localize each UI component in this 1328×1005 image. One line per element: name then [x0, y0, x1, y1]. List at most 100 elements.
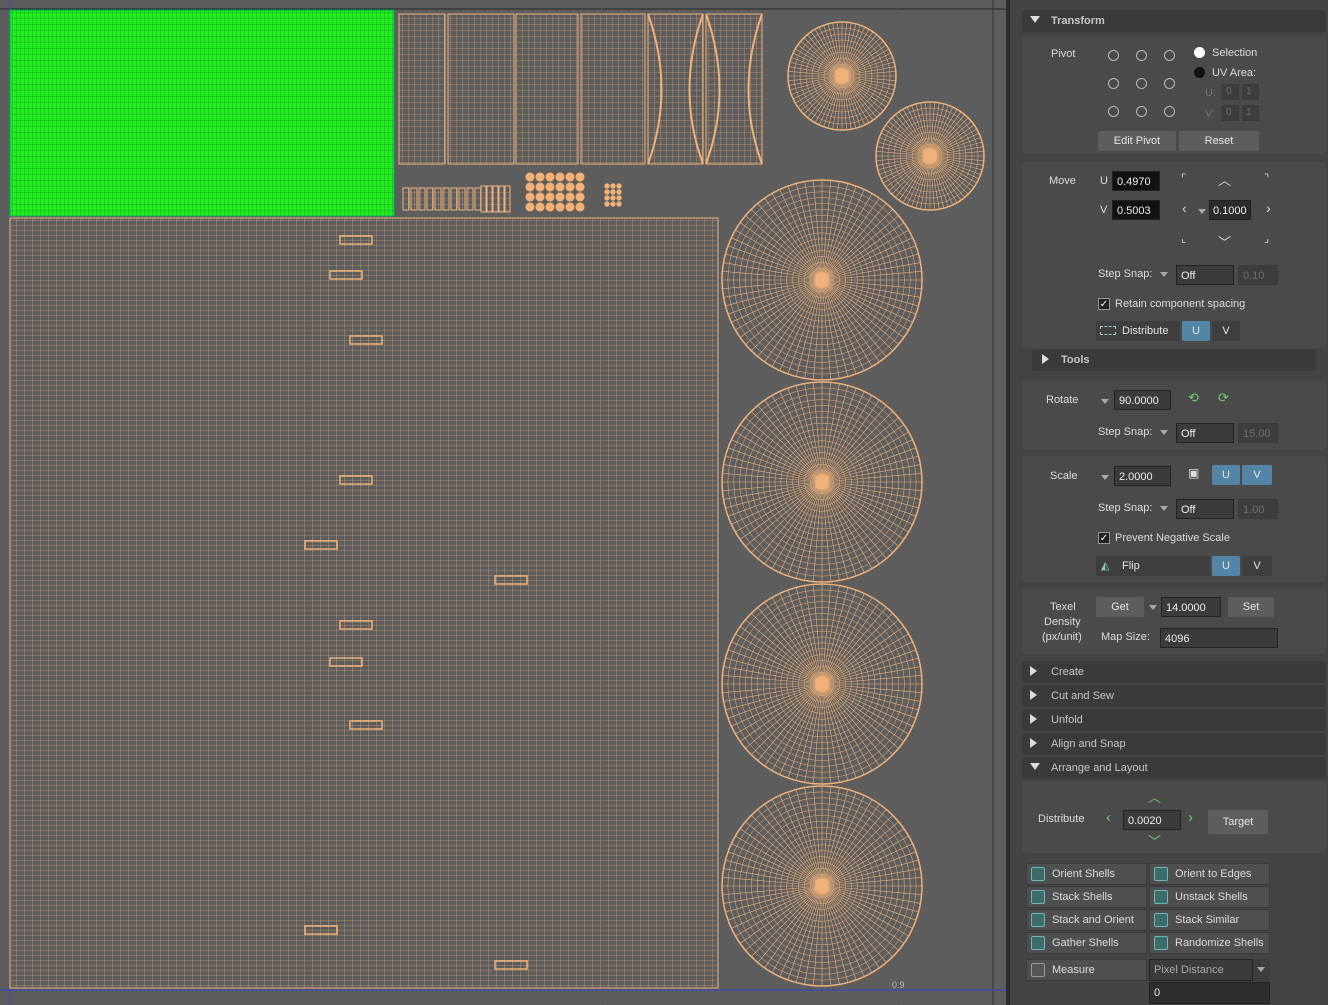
map-size-label: Map Size:	[1101, 631, 1150, 643]
scale-pivot-icon[interactable]: ▣	[1188, 466, 1199, 480]
pivot-radio-tl[interactable]	[1108, 50, 1119, 61]
pivot-label: Pivot	[1051, 48, 1076, 60]
align-and-snap-header[interactable]: Align and Snap	[1022, 733, 1326, 755]
flip-v-button[interactable]: V	[1242, 556, 1272, 576]
move-down-icon[interactable]: ﹀	[1218, 232, 1231, 251]
scale-u-button[interactable]: U	[1212, 465, 1240, 485]
pivot-radio-mr[interactable]	[1164, 78, 1175, 89]
uv-shell-disc	[721, 785, 923, 987]
move-left-icon[interactable]: ‹	[1182, 200, 1187, 216]
scale-snap-field[interactable]: Off	[1176, 499, 1234, 519]
measure-mode-select[interactable]: Pixel Distance	[1149, 959, 1253, 981]
arrange-and-layout-header[interactable]: Arrange and Layout	[1022, 757, 1326, 779]
prevent-negative-checkbox[interactable]: ✓	[1098, 532, 1110, 544]
v-max-field: 1	[1242, 105, 1259, 121]
measure-mode-dropdown-button[interactable]	[1253, 959, 1270, 981]
move-v-field[interactable]: 0.5003	[1112, 200, 1160, 220]
rotate-dropdown-icon[interactable]	[1101, 399, 1109, 404]
edit-pivot-button[interactable]: Edit Pivot	[1098, 131, 1176, 151]
move-u-field[interactable]: 0.4970	[1112, 171, 1160, 191]
stack-and-orient-button[interactable]: Stack and Orient	[1026, 909, 1147, 931]
rotate-ccw-icon[interactable]: ⟲	[1188, 390, 1199, 406]
u-max-field: 1	[1242, 84, 1259, 100]
randomize-shells-button[interactable]: Randomize Shells	[1149, 932, 1270, 954]
rotate-cw-icon[interactable]: ⟳	[1218, 390, 1229, 406]
uv-viewport[interactable]: 0.9	[0, 0, 1006, 1005]
uv-shell-small-disc	[545, 202, 555, 212]
scale-dropdown-icon[interactable]	[1101, 475, 1109, 480]
pivot-radio-ml[interactable]	[1108, 78, 1119, 89]
move-up-left-icon[interactable]: ⌜	[1181, 172, 1186, 185]
scale-v-button[interactable]: V	[1242, 465, 1272, 485]
distribute-left-icon[interactable]: ‹	[1106, 809, 1111, 826]
orient-shells-button[interactable]: Orient Shells	[1026, 863, 1147, 885]
distribute-v-button[interactable]: V	[1212, 321, 1240, 341]
uv-shell-small-disc	[565, 192, 575, 202]
distribute-down-icon[interactable]: ﹀	[1148, 831, 1161, 850]
move-step-field[interactable]: 0.1000	[1209, 200, 1251, 220]
flip-button[interactable]: ◭ Flip	[1096, 556, 1210, 576]
unfold-header[interactable]: Unfold	[1022, 709, 1326, 731]
px-unit-label: (px/unit)	[1042, 631, 1082, 643]
transform-header[interactable]: Transform	[1022, 10, 1326, 32]
measure-button[interactable]: Measure	[1026, 959, 1147, 981]
uv-shell-small-disc	[545, 182, 555, 192]
unstack-shells-button[interactable]: Unstack Shells	[1149, 886, 1270, 908]
target-button[interactable]: Target	[1208, 810, 1268, 834]
map-size-field[interactable]: 4096	[1160, 628, 1278, 648]
cut-and-sew-header[interactable]: Cut and Sew	[1022, 685, 1326, 707]
scale-field[interactable]: 2.0000	[1114, 466, 1171, 486]
pivot-radio-br[interactable]	[1164, 106, 1175, 117]
pivot-radio-mc[interactable]	[1136, 78, 1147, 89]
flip-u-button[interactable]: U	[1212, 556, 1240, 576]
get-button[interactable]: Get	[1096, 597, 1144, 617]
uv-area-radio[interactable]	[1194, 67, 1205, 78]
measure-label: Measure	[1052, 964, 1095, 976]
selection-label: Selection	[1212, 47, 1258, 59]
scale-snap-dropdown-icon[interactable]	[1160, 506, 1168, 511]
arrange-and-layout-title: Arrange and Layout	[1051, 762, 1148, 774]
rotate-snap-dropdown-icon[interactable]	[1160, 430, 1168, 435]
reset-button[interactable]: Reset	[1179, 131, 1259, 151]
move-right-icon[interactable]: ›	[1266, 200, 1271, 216]
move-down-right-icon[interactable]: ⌟	[1264, 232, 1269, 245]
selection-radio[interactable]	[1194, 47, 1205, 58]
uv-canvas[interactable]: 0.9	[0, 0, 1006, 1005]
gather-shells-button[interactable]: Gather Shells	[1026, 932, 1147, 954]
rotate-label: Rotate	[1046, 394, 1079, 406]
move-snap-dropdown-icon[interactable]	[1160, 272, 1168, 277]
pivot-radio-tc[interactable]	[1136, 50, 1147, 61]
distribute-value-field[interactable]: 0.0020	[1123, 810, 1181, 830]
create-header[interactable]: Create	[1022, 661, 1326, 683]
retain-spacing-checkbox[interactable]: ✓	[1098, 298, 1110, 310]
distribute-right-icon[interactable]: ›	[1188, 809, 1193, 826]
uv-shell-small-disc	[604, 183, 610, 189]
texel-value-field[interactable]: 14.0000	[1161, 597, 1221, 617]
texel-dropdown-icon[interactable]	[1149, 605, 1157, 610]
arrange-distribute-section: Distribute ︿ ‹ 0.0020 › ﹀ Target	[1022, 781, 1326, 853]
tools-header[interactable]: Tools	[1032, 349, 1316, 371]
rotate-snap-field[interactable]: Off	[1176, 423, 1234, 443]
distribute-u-button[interactable]: U	[1182, 321, 1210, 341]
gather-shells-icon	[1031, 936, 1045, 950]
move-up-icon[interactable]: ︿	[1218, 170, 1231, 189]
move-step-dropdown-icon[interactable]	[1198, 209, 1206, 214]
uv-shell-small-disc	[575, 202, 585, 212]
pivot-radio-bl[interactable]	[1108, 106, 1119, 117]
rotate-field[interactable]: 90.0000	[1114, 390, 1171, 410]
move-snap-field[interactable]: Off	[1176, 265, 1234, 285]
move-up-right-icon[interactable]: ⌝	[1264, 172, 1269, 185]
pivot-radio-tr[interactable]	[1164, 50, 1175, 61]
stack-similar-button[interactable]: Stack Similar	[1149, 909, 1270, 931]
pivot-radio-bc[interactable]	[1136, 106, 1147, 117]
move-down-left-icon[interactable]: ⌞	[1181, 232, 1186, 245]
set-button[interactable]: Set	[1228, 597, 1274, 617]
distribute-up-icon[interactable]: ︿	[1148, 787, 1161, 806]
orient-to-edges-button[interactable]: Orient to Edges	[1149, 863, 1270, 885]
uv-shell-small-disc	[525, 172, 535, 182]
uv-shell-small-disc	[575, 192, 585, 202]
ruler-icon	[1031, 963, 1045, 977]
distribute-button[interactable]: Distribute	[1096, 321, 1180, 341]
stack-shells-button[interactable]: Stack Shells	[1026, 886, 1147, 908]
rotate-section: Rotate 90.0000 ⟲ ⟳ Step Snap: Off 15.00	[1022, 380, 1326, 450]
